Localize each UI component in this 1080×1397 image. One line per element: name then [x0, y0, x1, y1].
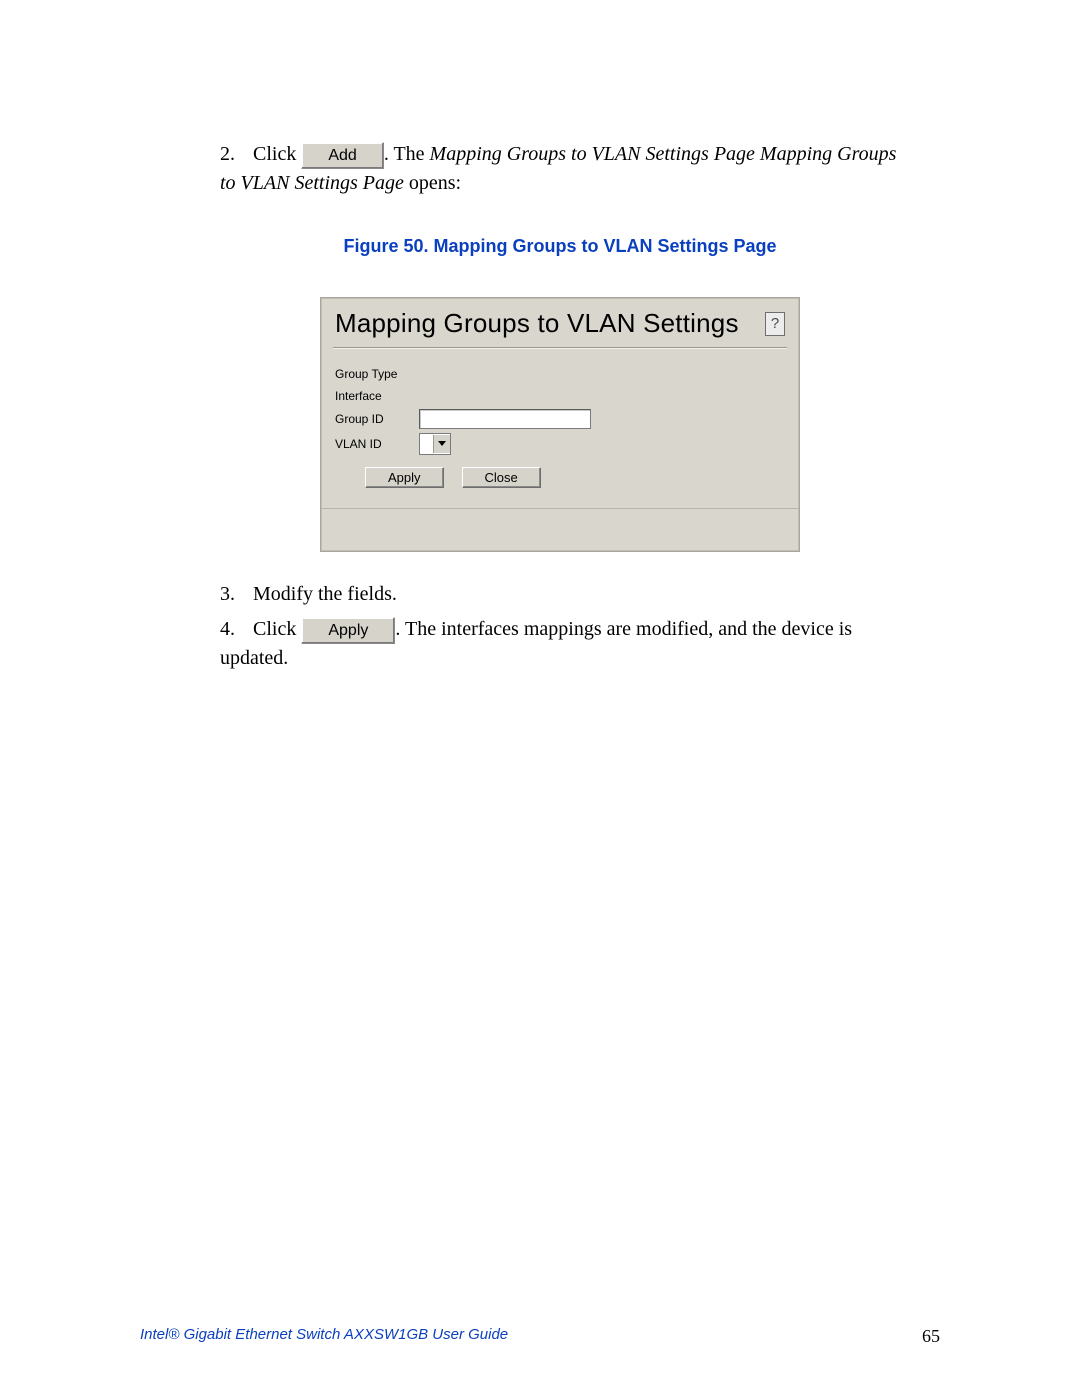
- row-interface: Interface: [335, 387, 785, 405]
- chevron-down-icon[interactable]: [433, 435, 450, 453]
- step-3: 3. Modify the fields.: [220, 580, 900, 609]
- help-icon[interactable]: ?: [765, 312, 785, 336]
- dialog-title: Mapping Groups to VLAN Settings: [335, 308, 765, 339]
- step-4-click: Click: [253, 618, 296, 640]
- label-group-type: Group Type: [335, 367, 419, 381]
- page-content: 2. Click Add. The Mapping Groups to VLAN…: [220, 140, 900, 679]
- label-interface: Interface: [335, 389, 419, 403]
- add-button[interactable]: Add: [301, 142, 383, 169]
- group-id-input[interactable]: [419, 409, 591, 429]
- page-number: 65: [922, 1326, 940, 1347]
- page-footer: Intel® Gigabit Ethernet Switch AXXSW1GB …: [140, 1326, 940, 1347]
- close-button[interactable]: Close: [462, 467, 541, 488]
- dialog-screenshot: Mapping Groups to VLAN Settings ? Group …: [320, 297, 800, 552]
- step-4: 4. Click Apply. The interfaces mappings …: [220, 615, 900, 673]
- step-2-after1: . The: [384, 143, 430, 165]
- apply-button-inline[interactable]: Apply: [301, 617, 395, 644]
- dialog-footer: [321, 508, 799, 551]
- dialog-body: Group Type Interface Group ID VLAN ID: [321, 359, 799, 508]
- step-2-after2: opens:: [404, 172, 461, 194]
- mapping-dialog: Mapping Groups to VLAN Settings ? Group …: [320, 297, 800, 552]
- row-vlan-id: VLAN ID: [335, 433, 785, 455]
- step-number: 4.: [220, 615, 248, 644]
- dialog-button-row: Apply Close: [335, 459, 785, 500]
- step-2: 2. Click Add. The Mapping Groups to VLAN…: [220, 140, 900, 198]
- row-group-type: Group Type: [335, 365, 785, 383]
- label-group-id: Group ID: [335, 412, 419, 426]
- dialog-titlebar: Mapping Groups to VLAN Settings ?: [321, 298, 799, 345]
- step-4-body: Click Apply. The interfaces mappings are…: [220, 618, 852, 669]
- step-3-text: Modify the fields.: [253, 583, 397, 605]
- step-number: 2.: [220, 140, 248, 169]
- step-2-body: Click Add. The Mapping Groups to VLAN Se…: [220, 143, 896, 194]
- row-group-id: Group ID: [335, 409, 785, 429]
- step-number: 3.: [220, 580, 248, 609]
- dialog-separator: [333, 347, 787, 349]
- vlan-id-dropdown[interactable]: [419, 433, 451, 455]
- step-2-click: Click: [253, 143, 296, 165]
- footer-title: Intel® Gigabit Ethernet Switch AXXSW1GB …: [140, 1326, 508, 1347]
- apply-button[interactable]: Apply: [365, 467, 444, 488]
- label-vlan-id: VLAN ID: [335, 437, 419, 451]
- figure-caption: Figure 50. Mapping Groups to VLAN Settin…: [220, 236, 900, 257]
